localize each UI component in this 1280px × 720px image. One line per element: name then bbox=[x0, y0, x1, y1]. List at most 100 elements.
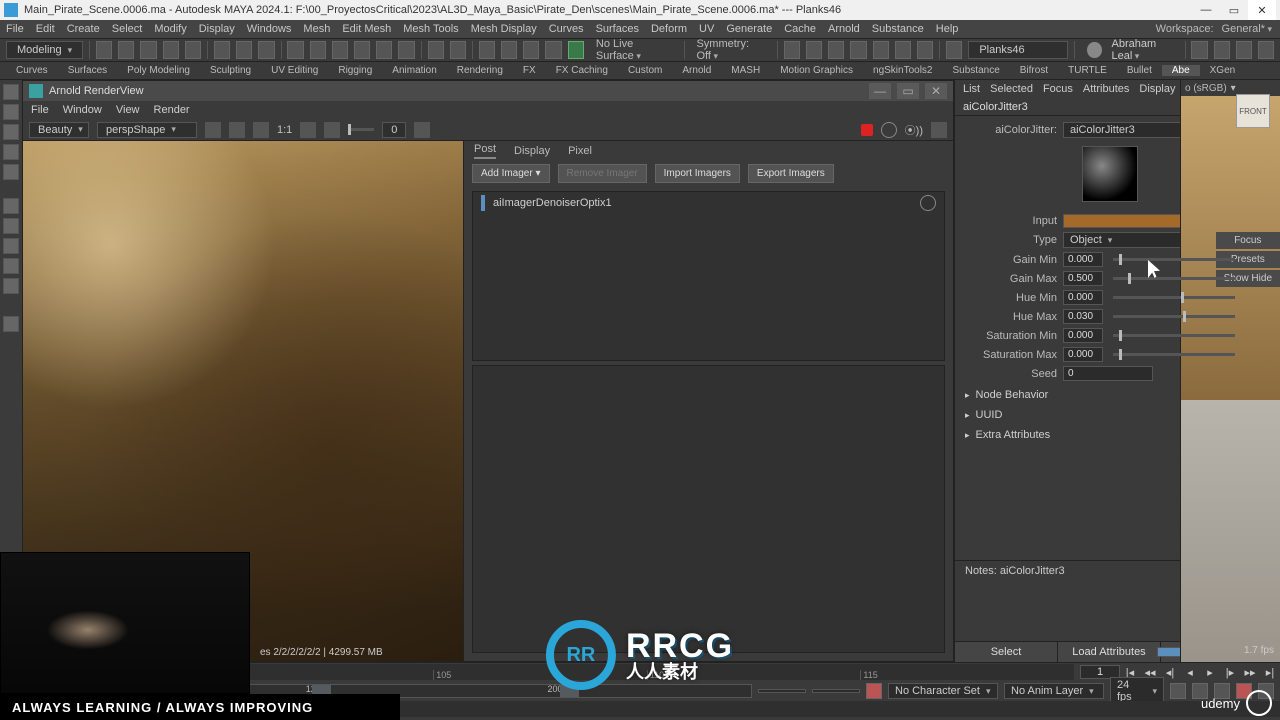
pause-icon[interactable] bbox=[917, 41, 933, 59]
menu-substance[interactable]: Substance bbox=[872, 23, 924, 35]
menu-display[interactable]: Display bbox=[199, 23, 235, 35]
shelf-arnold[interactable]: Arnold bbox=[672, 65, 721, 76]
loop-icon[interactable] bbox=[1170, 683, 1186, 699]
arv-refresh-loop-icon[interactable] bbox=[881, 122, 897, 138]
snap-point-icon[interactable] bbox=[332, 41, 348, 59]
object-name-field[interactable]: Planks46 bbox=[968, 41, 1068, 59]
save-scene-icon[interactable] bbox=[140, 41, 156, 59]
shelf-rigging[interactable]: Rigging bbox=[328, 65, 382, 76]
script-editor-icon[interactable] bbox=[946, 41, 962, 59]
material-swatch[interactable] bbox=[1082, 146, 1138, 202]
shelf-curves[interactable]: Curves bbox=[6, 65, 58, 76]
snap-curve-icon[interactable] bbox=[310, 41, 326, 59]
persp-viewport[interactable]: o (sRGB)▾ FRONT 1.7 fps bbox=[1180, 80, 1280, 662]
redo-icon[interactable] bbox=[185, 41, 201, 59]
attr-value-field[interactable]: 0.030 bbox=[1063, 309, 1103, 324]
menu-modify[interactable]: Modify bbox=[154, 23, 186, 35]
symmetry-label[interactable]: Symmetry: Off bbox=[690, 38, 770, 62]
arv-refresh-icon[interactable] bbox=[229, 122, 245, 138]
arv-close-button[interactable]: ✕ bbox=[925, 83, 947, 99]
menu-arnold[interactable]: Arnold bbox=[828, 23, 860, 35]
shelf-polymodeling[interactable]: Poly Modeling bbox=[117, 65, 200, 76]
import-imagers-button[interactable]: Import Imagers bbox=[655, 164, 740, 183]
attr-slider[interactable] bbox=[1113, 334, 1235, 337]
render-icon[interactable] bbox=[784, 41, 800, 59]
lasso-tool-icon[interactable] bbox=[3, 104, 19, 120]
animlayer-dropdown[interactable]: No Anim Layer bbox=[1004, 683, 1104, 699]
construction-history-icon[interactable] bbox=[479, 41, 495, 59]
shelf-motiongraphics[interactable]: Motion Graphics bbox=[770, 65, 863, 76]
attr-menu-list[interactable]: List bbox=[963, 83, 980, 95]
menu-surfaces[interactable]: Surfaces bbox=[596, 23, 639, 35]
play-back-icon[interactable]: ◂ bbox=[1182, 664, 1198, 680]
arv-zoom-icon[interactable] bbox=[253, 122, 269, 138]
magnet-icon[interactable] bbox=[450, 41, 466, 59]
menu-mesh-display[interactable]: Mesh Display bbox=[471, 23, 537, 35]
arv-aov-dropdown[interactable]: Beauty bbox=[29, 122, 89, 138]
attr-menu-display[interactable]: Display bbox=[1139, 83, 1175, 95]
hypershade-icon[interactable] bbox=[850, 41, 866, 59]
attr-value-field[interactable]: 0.000 bbox=[1063, 328, 1103, 343]
menu-deform[interactable]: Deform bbox=[651, 23, 687, 35]
shelf-uvediting[interactable]: UV Editing bbox=[261, 65, 328, 76]
user-avatar-icon[interactable] bbox=[1087, 42, 1101, 58]
imager-name[interactable]: aiImagerDenoiserOptix1 bbox=[493, 197, 912, 209]
layout-single-icon[interactable] bbox=[3, 198, 19, 214]
open-scene-icon[interactable] bbox=[118, 41, 134, 59]
menu-edit-mesh[interactable]: Edit Mesh bbox=[342, 23, 391, 35]
panel-layout-b-icon[interactable] bbox=[1214, 41, 1230, 59]
arv-ipr-icon[interactable]: ⦿)) bbox=[905, 122, 923, 138]
arv-region-icon[interactable] bbox=[205, 122, 221, 138]
shelf-sculpting[interactable]: Sculpting bbox=[200, 65, 261, 76]
live-surface-icon[interactable] bbox=[568, 41, 584, 59]
step-forward-icon[interactable]: |▸ bbox=[1222, 664, 1238, 680]
user-name[interactable]: Abraham Leal bbox=[1112, 38, 1179, 62]
snap-view-plane-icon[interactable] bbox=[376, 41, 392, 59]
play-forward-icon[interactable]: ▸ bbox=[1202, 664, 1218, 680]
menu-uv[interactable]: UV bbox=[699, 23, 714, 35]
arv-maximize-button[interactable]: ▭ bbox=[897, 83, 919, 99]
autokey-icon[interactable] bbox=[866, 683, 882, 699]
attr-slider[interactable] bbox=[1113, 296, 1235, 299]
attr-slider[interactable] bbox=[1113, 353, 1235, 356]
move-tool-icon[interactable] bbox=[3, 124, 19, 140]
tab-display[interactable]: Display bbox=[514, 145, 550, 159]
step-forward-key-icon[interactable]: ▸▸ bbox=[1242, 664, 1258, 680]
pill-focus[interactable]: Focus bbox=[1216, 232, 1264, 249]
shelf-turtle[interactable]: TURTLE bbox=[1058, 65, 1117, 76]
arv-toggle-icon[interactable] bbox=[414, 122, 430, 138]
playblast-icon[interactable] bbox=[895, 41, 911, 59]
lock-icon[interactable] bbox=[428, 41, 444, 59]
range-end-inner[interactable] bbox=[758, 689, 806, 693]
shelf-bullet[interactable]: Bullet bbox=[1117, 65, 1162, 76]
attr-slider[interactable] bbox=[1113, 258, 1235, 261]
remove-imager-button[interactable]: Remove Imager bbox=[558, 164, 647, 183]
arv-minimize-button[interactable]: — bbox=[869, 83, 891, 99]
menu-edit[interactable]: Edit bbox=[36, 23, 55, 35]
shelf-ngskintools2[interactable]: ngSkinTools2 bbox=[863, 65, 942, 76]
render-settings-icon[interactable] bbox=[828, 41, 844, 59]
shelf-fx[interactable]: FX bbox=[513, 65, 546, 76]
arv-menu-window[interactable]: Window bbox=[63, 104, 102, 116]
tab-pixel[interactable]: Pixel bbox=[568, 145, 592, 159]
shelf-substance[interactable]: Substance bbox=[943, 65, 1010, 76]
arv-menu-view[interactable]: View bbox=[116, 104, 140, 116]
shelf-bifrost[interactable]: Bifrost bbox=[1010, 65, 1058, 76]
layout-four-icon[interactable] bbox=[3, 218, 19, 234]
menu-create[interactable]: Create bbox=[67, 23, 100, 35]
arv-snapshot-icon[interactable] bbox=[324, 122, 340, 138]
arv-crop-icon[interactable] bbox=[300, 122, 316, 138]
attr-menu-selected[interactable]: Selected bbox=[990, 83, 1033, 95]
panel-layout-a-icon[interactable] bbox=[1191, 41, 1207, 59]
attr-menu-attributes[interactable]: Attributes bbox=[1083, 83, 1129, 95]
arv-camera-dropdown[interactable]: perspShape bbox=[97, 122, 197, 138]
light-editor-icon[interactable] bbox=[873, 41, 889, 59]
ipr-icon[interactable] bbox=[806, 41, 822, 59]
scale-tool-icon[interactable] bbox=[3, 164, 19, 180]
lasso-icon[interactable] bbox=[236, 41, 252, 59]
attr-menu-focus[interactable]: Focus bbox=[1043, 83, 1073, 95]
mode-dropdown[interactable]: Modeling bbox=[6, 41, 83, 59]
charset-dropdown[interactable]: No Character Set bbox=[888, 683, 998, 699]
new-scene-icon[interactable] bbox=[96, 41, 112, 59]
imager-visibility-icon[interactable] bbox=[920, 195, 936, 211]
